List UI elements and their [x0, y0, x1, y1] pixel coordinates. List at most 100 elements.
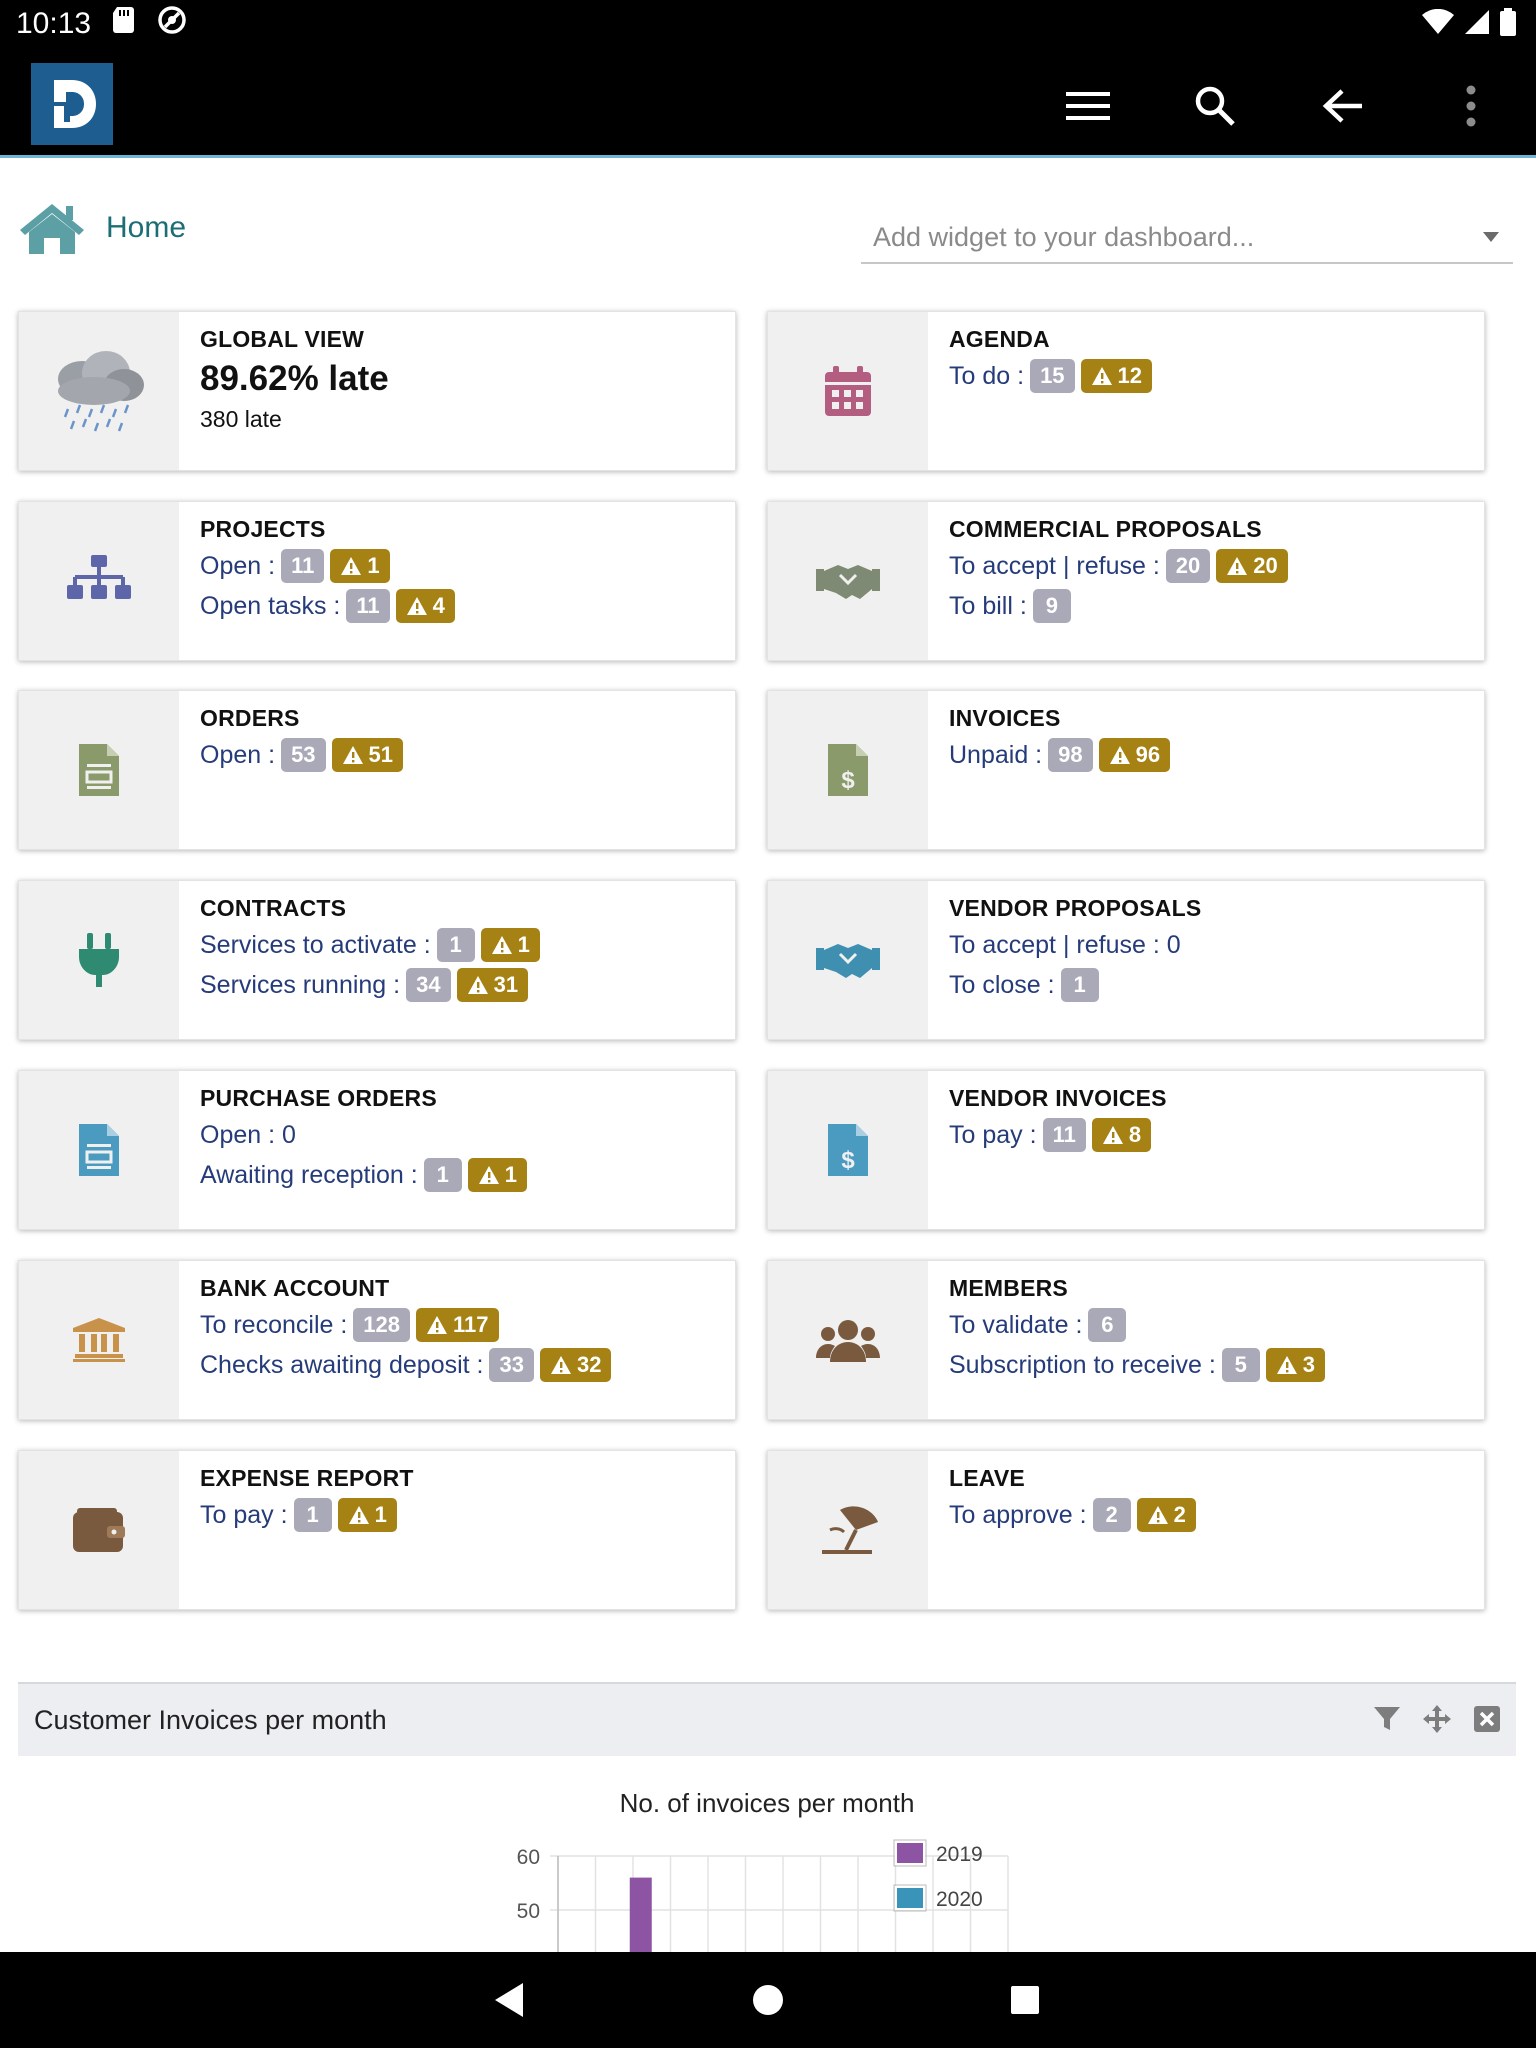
subs-late-badge[interactable]: 3 [1265, 1348, 1326, 1382]
warning-icon [341, 557, 362, 575]
tasks-late-badge[interactable]: 4 [395, 589, 455, 623]
activate-late-badge[interactable]: 1 [480, 928, 540, 962]
add-widget-select[interactable]: Add widget to your dashboard... [861, 212, 1513, 264]
unpaid-late-badge[interactable]: 96 [1098, 738, 1171, 772]
reconcile-late-badge[interactable]: 117 [416, 1308, 499, 1342]
running-late-badge[interactable]: 31 [456, 968, 529, 1002]
approve-late-badge[interactable]: 2 [1136, 1498, 1196, 1532]
card-orders[interactable]: ORDERS Open : 53 51 [18, 690, 736, 850]
agenda-todo-line[interactable]: To do : 15 12 [949, 356, 1476, 396]
vendor-close-line[interactable]: To close : 1 [949, 965, 1476, 1005]
vendor-invoices-pay-line[interactable]: To pay : 11 8 [949, 1115, 1476, 1155]
todo-late-badge[interactable]: 12 [1080, 359, 1153, 393]
orders-open-line[interactable]: Open : 53 51 [200, 735, 727, 775]
card-vendor-proposals[interactable]: VENDOR PROPOSALS To accept | refuse : 0 … [767, 880, 1485, 1040]
reconcile-count-badge[interactable]: 128 [353, 1308, 411, 1342]
bank-reconcile-line[interactable]: To reconcile : 128 117 [200, 1305, 727, 1345]
pay-count-badge[interactable]: 1 [293, 1498, 332, 1532]
leave-approve-line[interactable]: To approve : 2 2 [949, 1495, 1476, 1535]
signal-icon [1464, 9, 1490, 43]
filter-button[interactable] [1372, 1704, 1402, 1734]
close-count-badge[interactable]: 1 [1060, 968, 1099, 1002]
todo-count-badge[interactable]: 15 [1030, 359, 1075, 393]
move-button[interactable] [1422, 1704, 1452, 1734]
bank-checks-line[interactable]: Checks awaiting deposit : 33 32 [200, 1345, 727, 1385]
card-projects[interactable]: PROJECTS Open : 11 1 Open tasks : 11 4 [18, 501, 736, 661]
back-button[interactable] [1315, 78, 1371, 134]
close-widget-button[interactable] [1472, 1704, 1502, 1734]
validate-count-badge[interactable]: 6 [1088, 1308, 1127, 1342]
card-agenda[interactable]: AGENDA To do : 15 12 [767, 311, 1485, 471]
nav-recents-button[interactable] [995, 1970, 1055, 2030]
card-members[interactable]: MEMBERS To validate : 6 Subscription to … [767, 1260, 1485, 1420]
activate-label: Services to activate : [200, 931, 431, 959]
nav-home-button[interactable] [738, 1970, 798, 2030]
reception-late-badge[interactable]: 1 [467, 1158, 527, 1192]
approve-count-badge[interactable]: 2 [1092, 1498, 1131, 1532]
po-reception-line[interactable]: Awaiting reception : 1 1 [200, 1155, 727, 1195]
nav-back-button[interactable] [480, 1970, 540, 2030]
warning-icon [406, 597, 427, 615]
card-title: VENDOR PROPOSALS [949, 895, 1202, 921]
proposals-accept-line[interactable]: To accept | refuse : 20 20 [949, 546, 1476, 586]
checks-late-badge[interactable]: 32 [539, 1348, 612, 1382]
projects-open-line[interactable]: Open : 11 1 [200, 546, 727, 586]
checks-count-badge[interactable]: 33 [489, 1348, 534, 1382]
late-count: 117 [453, 1312, 489, 1337]
late-percent: 89.62% late [200, 359, 389, 398]
chart-y-tick-label: 60 [517, 1846, 540, 1869]
open-count-badge[interactable]: 11 [281, 549, 325, 583]
accept-count-badge[interactable]: 20 [1165, 549, 1211, 583]
proposals-bill-line[interactable]: To bill : 9 [949, 586, 1476, 626]
card-commercial-proposals[interactable]: COMMERCIAL PROPOSALS To accept | refuse … [767, 501, 1485, 661]
subs-label: Subscription to receive : [949, 1351, 1216, 1379]
warning-icon [1091, 367, 1112, 385]
card-vendor-invoices[interactable]: $ VENDOR INVOICES To pay : 11 8 [767, 1070, 1485, 1230]
breadcrumb-home-label[interactable]: Home [106, 211, 186, 245]
card-contracts[interactable]: CONTRACTS Services to activate : 1 1 Ser… [18, 880, 736, 1040]
more-options-button[interactable] [1443, 78, 1499, 134]
bill-count-badge[interactable]: 9 [1032, 589, 1071, 623]
more-vert-icon [1466, 85, 1476, 127]
card-leave[interactable]: LEAVE To approve : 2 2 [767, 1450, 1485, 1610]
search-button[interactable] [1187, 78, 1243, 134]
pay-label: To pay : [949, 1121, 1037, 1149]
accept-late-badge[interactable]: 20 [1216, 549, 1288, 583]
unpaid-count-badge[interactable]: 98 [1048, 738, 1093, 772]
handshake-icon [816, 565, 880, 599]
projects-tasks-line[interactable]: Open tasks : 11 4 [200, 586, 727, 626]
card-expense-report[interactable]: EXPENSE REPORT To pay : 1 1 [18, 1450, 736, 1610]
contracts-running-line[interactable]: Services running : 34 31 [200, 965, 727, 1005]
po-open-line[interactable]: Open : 0 [200, 1115, 727, 1155]
vendor-accept-line[interactable]: To accept | refuse : 0 [949, 925, 1476, 965]
tasks-count-badge[interactable]: 11 [346, 589, 390, 623]
open-late-badge[interactable]: 1 [330, 549, 390, 583]
running-count-badge[interactable]: 34 [406, 968, 451, 1002]
home-circle-icon [753, 1985, 783, 2015]
menu-button[interactable] [1060, 78, 1116, 134]
card-invoices[interactable]: $ INVOICES Unpaid : 98 96 [767, 690, 1485, 850]
pay-count-badge[interactable]: 11 [1042, 1118, 1086, 1152]
reception-count-badge[interactable]: 1 [423, 1158, 462, 1192]
members-subscription-line[interactable]: Subscription to receive : 5 3 [949, 1345, 1476, 1385]
approve-label: To approve : [949, 1501, 1087, 1529]
subs-count-badge[interactable]: 5 [1221, 1348, 1260, 1382]
app-logo[interactable] [31, 63, 113, 145]
calendar-icon [825, 366, 871, 416]
pay-late-badge[interactable]: 1 [337, 1498, 397, 1532]
expense-pay-line[interactable]: To pay : 1 1 [200, 1495, 727, 1535]
card-bank-account[interactable]: BANK ACCOUNT To reconcile : 128 117 Chec… [18, 1260, 736, 1420]
card-global-view[interactable]: GLOBAL VIEW 89.62% late 380 late [18, 311, 736, 471]
activate-count-badge[interactable]: 1 [436, 928, 475, 962]
close-box-icon [1474, 1706, 1500, 1732]
members-validate-line[interactable]: To validate : 6 [949, 1305, 1476, 1345]
contracts-activate-line[interactable]: Services to activate : 1 1 [200, 925, 727, 965]
checks-label: Checks awaiting deposit : [200, 1351, 484, 1379]
breadcrumb[interactable]: Home [18, 200, 186, 256]
open-late-badge[interactable]: 51 [331, 738, 404, 772]
invoices-unpaid-line[interactable]: Unpaid : 98 96 [949, 735, 1476, 775]
card-purchase-orders[interactable]: PURCHASE ORDERS Open : 0 Awaiting recept… [18, 1070, 736, 1230]
open-text: Open : 0 [200, 1121, 296, 1149]
pay-late-badge[interactable]: 8 [1091, 1118, 1152, 1152]
open-count-badge[interactable]: 53 [281, 738, 326, 772]
